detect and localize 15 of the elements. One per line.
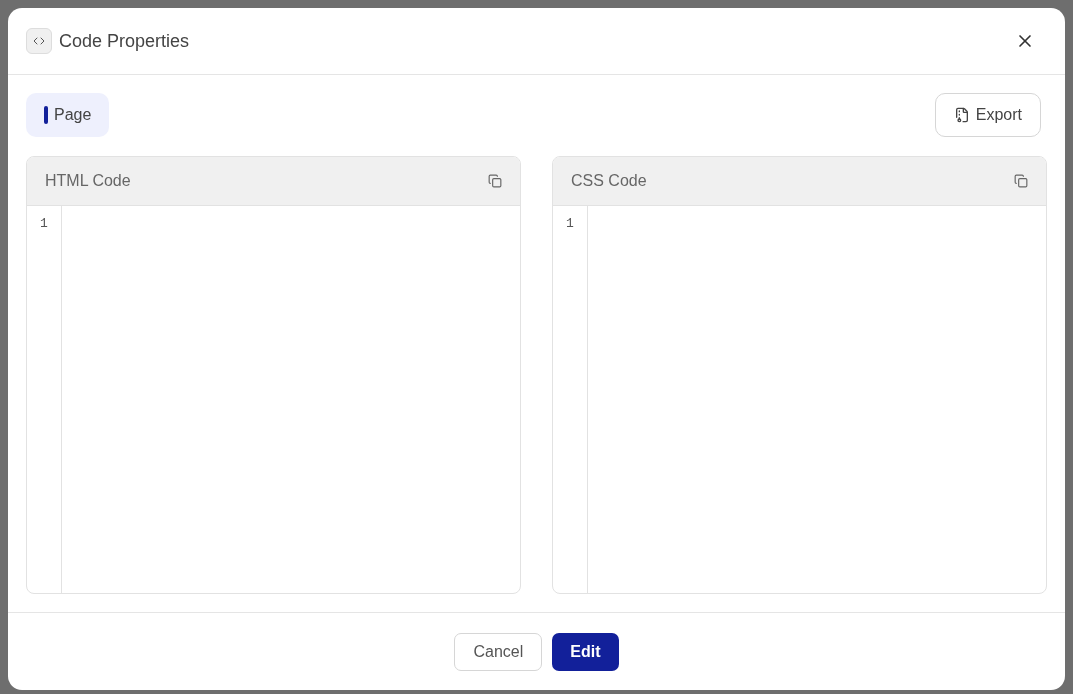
dialog-title: Code Properties — [59, 29, 190, 53]
cancel-button[interactable]: Cancel — [454, 632, 543, 671]
edit-button[interactable]: Edit — [552, 632, 619, 671]
code-icon — [26, 28, 52, 54]
zip-file-icon — [953, 107, 970, 123]
page-tab[interactable]: Page — [26, 93, 110, 137]
line-number: 1 — [40, 215, 48, 233]
export-button[interactable]: Export — [934, 93, 1041, 137]
line-number: 1 — [566, 215, 574, 233]
copy-button[interactable] — [1014, 174, 1028, 188]
panel-title: CSS Code — [571, 171, 647, 191]
copy-icon — [488, 174, 502, 188]
panel-title: HTML Code — [45, 171, 131, 191]
copy-icon — [1014, 174, 1028, 188]
copy-button[interactable] — [488, 174, 502, 188]
